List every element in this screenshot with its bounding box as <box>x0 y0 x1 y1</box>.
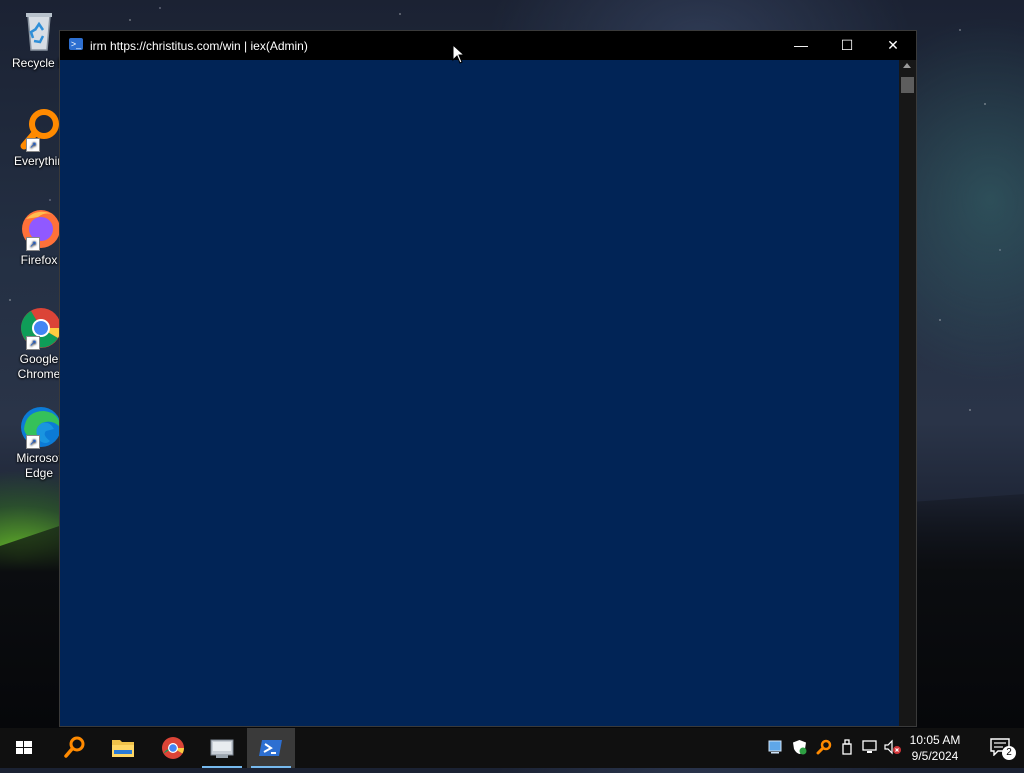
desktop-icon-label: Everythin <box>13 154 65 168</box>
powershell-icon <box>259 740 282 756</box>
shortcut-arrow-icon: ↗ <box>26 336 40 350</box>
minimize-button[interactable]: — <box>778 31 824 60</box>
close-button[interactable]: ✕ <box>870 31 916 60</box>
taskbar: 10:05 AM 9/5/2024 2 <box>0 728 1024 768</box>
everything-search-icon: ↗ <box>16 106 62 152</box>
powershell-window[interactable]: >_ irm https://christitus.com/win | iex(… <box>59 30 917 727</box>
powershell-icon: >_ <box>69 38 83 50</box>
desktop-icon-label: Microsof Edge <box>16 451 62 480</box>
scroll-up-arrow-icon[interactable] <box>903 63 911 68</box>
taskbar-clock[interactable]: 10:05 AM 9/5/2024 <box>904 732 966 764</box>
desktop-icon-label: Google Chrome <box>17 352 61 381</box>
maximize-icon: ☐ <box>840 37 854 53</box>
window-titlebar[interactable]: >_ irm https://christitus.com/win | iex(… <box>60 31 916 60</box>
file-explorer-icon <box>112 740 134 757</box>
clock-time: 10:05 AM <box>909 733 961 747</box>
shield-icon[interactable] <box>792 739 807 755</box>
firefox-icon: ↗ <box>16 205 62 251</box>
window-title: irm https://christitus.com/win | iex(Adm… <box>90 39 308 53</box>
desktop-icon-label: Recycle B <box>11 56 67 70</box>
shortcut-arrow-icon: ↗ <box>26 435 40 449</box>
notification-count-badge: 2 <box>1002 746 1016 760</box>
close-icon: ✕ <box>887 37 899 53</box>
taskbar-app[interactable] <box>198 728 246 768</box>
taskbar-powershell[interactable] <box>247 728 295 768</box>
taskbar-everything[interactable] <box>50 728 98 768</box>
volume-muted-icon[interactable] <box>884 739 902 755</box>
taskbar-file-explorer[interactable] <box>99 728 147 768</box>
start-button[interactable] <box>0 728 48 768</box>
shortcut-arrow-icon: ↗ <box>26 237 40 251</box>
taskbar-chrome[interactable] <box>149 728 197 768</box>
usb-device-icon[interactable] <box>841 739 853 755</box>
shortcut-arrow-icon: ↗ <box>26 138 40 152</box>
action-center-button[interactable]: 2 <box>990 738 1016 760</box>
recycle-bin-icon <box>16 8 62 54</box>
system-tray <box>764 728 904 768</box>
vertical-scrollbar[interactable] <box>899 60 916 726</box>
desktop-icon-label: Firefox <box>20 253 58 267</box>
maximize-button[interactable]: ☐ <box>824 31 870 60</box>
network-icon[interactable] <box>862 739 878 755</box>
everything-search-icon <box>64 736 85 758</box>
minimize-icon: — <box>794 37 808 53</box>
edge-icon: ↗ <box>16 403 62 449</box>
everything-search-icon[interactable] <box>816 739 832 755</box>
chrome-icon <box>162 737 184 759</box>
console-area[interactable] <box>60 60 899 726</box>
unknown-app-icon <box>210 739 234 758</box>
clock-date: 9/5/2024 <box>911 749 959 763</box>
display-icon[interactable] <box>768 740 782 754</box>
start-icon <box>16 741 32 754</box>
chrome-icon: ↗ <box>16 304 62 350</box>
scroll-thumb[interactable] <box>901 77 914 93</box>
